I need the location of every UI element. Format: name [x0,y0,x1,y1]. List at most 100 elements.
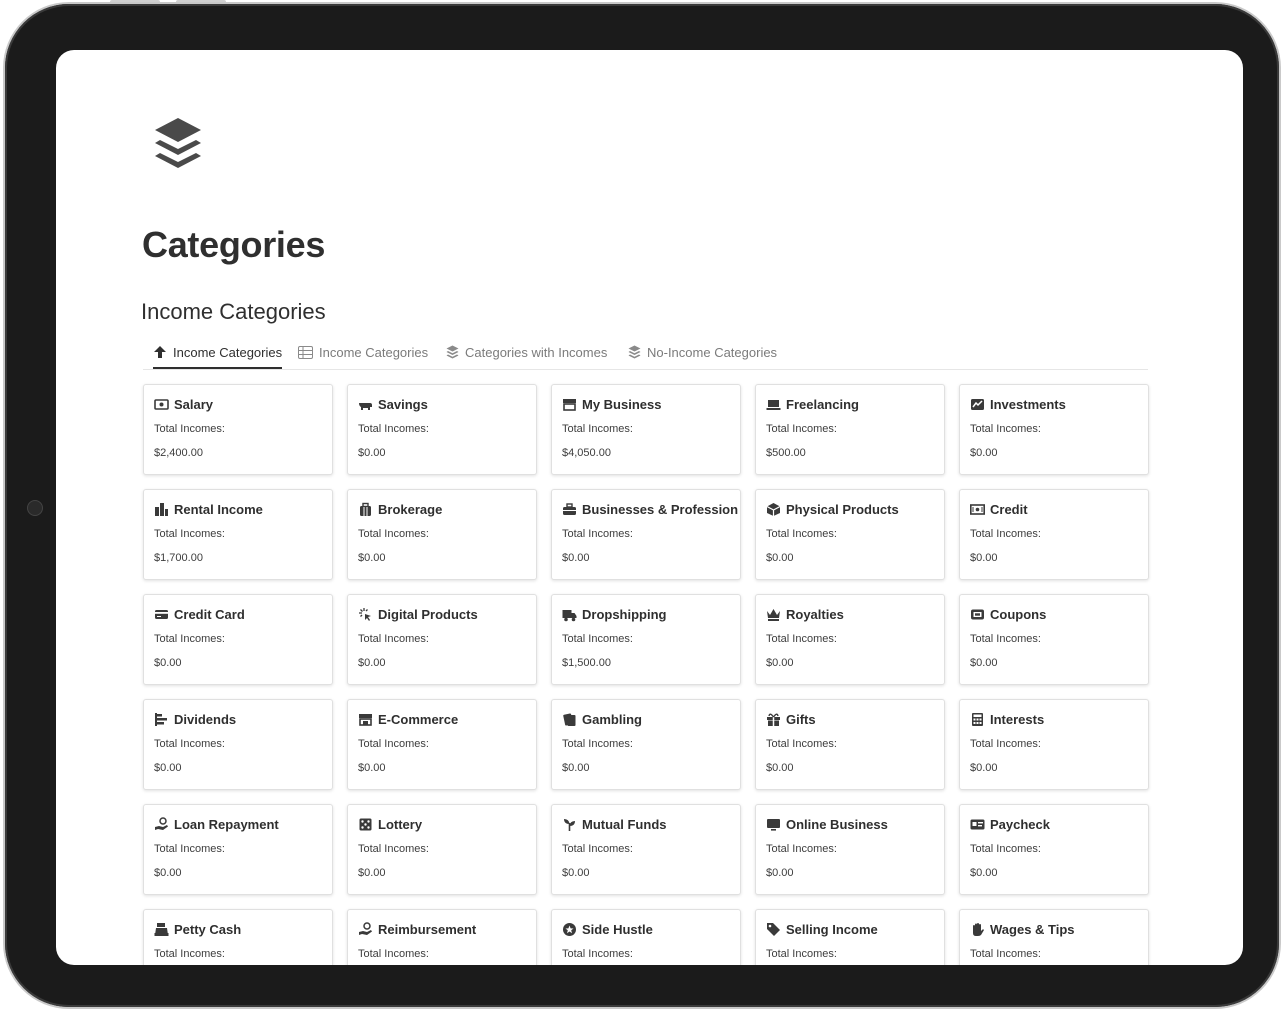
suitcase-icon [562,502,577,517]
box-icon [766,502,781,517]
category-card[interactable]: Royalties Total Incomes: $0.00 [755,594,945,685]
total-incomes-label: Total Incomes: [970,948,1041,960]
cash-register-icon [154,922,169,937]
total-incomes-label: Total Incomes: [970,738,1041,750]
category-card[interactable]: Investments Total Incomes: $0.00 [959,384,1149,475]
card-header: Savings [358,395,526,413]
category-card[interactable]: Brokerage Total Incomes: $0.00 [347,489,537,580]
category-card[interactable]: Credit Card Total Incomes: $0.00 [143,594,333,685]
total-incomes-label: Total Incomes: [766,843,837,855]
category-card[interactable]: Physical Products Total Incomes: $0.00 [755,489,945,580]
category-card[interactable]: Salary Total Incomes: $2,400.00 [143,384,333,475]
total-incomes-value: $0.00 [154,762,182,774]
total-incomes-value: $4,050.00 [562,447,611,459]
card-header: Gambling [562,710,730,728]
category-card[interactable]: My Business Total Incomes: $4,050.00 [551,384,741,475]
category-card[interactable]: Digital Products Total Incomes: $0.00 [347,594,537,685]
building-icon [154,502,169,517]
tab-label: Categories with Incomes [465,344,608,360]
card-header: Credit [970,500,1138,518]
card-header: Royalties [766,605,934,623]
tablet-frame: Categories Income Categories Income Cate… [5,4,1279,1007]
card-header: Digital Products [358,605,526,623]
view-tabs: Income Categories Income Categories Cate… [143,336,1148,370]
id-card-icon [970,817,985,832]
total-incomes-value: $1,500.00 [562,657,611,669]
cursor-click-icon [358,607,373,622]
card-header: Dividends [154,710,322,728]
category-card[interactable]: Freelancing Total Incomes: $500.00 [755,384,945,475]
category-name: Lottery [378,816,423,832]
layers-icon [628,345,647,359]
bars-horizontal-icon [154,712,169,727]
category-card[interactable]: Credit Total Incomes: $0.00 [959,489,1149,580]
tab-label: Income Categories [173,344,283,360]
category-name: Loan Repayment [174,816,279,832]
category-card[interactable]: Savings Total Incomes: $0.00 [347,384,537,475]
category-name: Wages & Tips [990,921,1075,937]
credit-card-icon [154,607,169,622]
tab-income-categories-gallery[interactable]: Income Categories [153,336,283,369]
category-card[interactable]: Coupons Total Incomes: $0.00 [959,594,1149,685]
total-incomes-label: Total Incomes: [970,423,1041,435]
category-card[interactable]: Paycheck Total Incomes: $0.00 [959,804,1149,895]
category-card[interactable]: E-Commerce Total Incomes: $0.00 [347,699,537,790]
card-header: Rental Income [154,500,322,518]
total-incomes-value: $0.00 [970,762,998,774]
category-card[interactable]: Petty CashTotal Incomes:$0.00 [143,909,333,965]
card-header: Gifts [766,710,934,728]
tab-categories-with-incomes[interactable]: Categories with Incomes [446,336,607,368]
tab-no-income-categories[interactable]: No-Income Categories [628,336,777,368]
total-incomes-label: Total Incomes: [562,948,633,960]
category-card[interactable]: Lottery Total Incomes: $0.00 [347,804,537,895]
stacked-layers-icon [152,116,204,178]
category-card[interactable]: Interests Total Incomes: $0.00 [959,699,1149,790]
total-incomes-label: Total Incomes: [358,843,429,855]
category-name: Interests [990,711,1045,727]
category-card[interactable]: Online Business Total Incomes: $0.00 [755,804,945,895]
category-card[interactable]: Rental Income Total Incomes: $1,700.00 [143,489,333,580]
store-icon [562,397,577,412]
category-name: E-Commerce [378,711,459,727]
card-header: Online Business [766,815,934,833]
total-incomes-value: $0.00 [562,552,590,564]
card-header: Lottery [358,815,526,833]
total-incomes-value: $0.00 [358,657,386,669]
total-incomes-value: $0.00 [358,762,386,774]
category-card[interactable]: Selling IncomeTotal Incomes:$0.00 [755,909,945,965]
category-card[interactable]: ReimbursementTotal Incomes:$0.00 [347,909,537,965]
total-incomes-value: $0.00 [766,762,794,774]
category-name: Physical Products [786,501,899,517]
page-title: Categories [142,224,326,265]
money-icon [154,397,169,412]
category-name: Royalties [786,606,844,622]
category-card[interactable]: Gambling Total Incomes: $0.00 [551,699,741,790]
category-card[interactable]: Dropshipping Total Incomes: $1,500.00 [551,594,741,685]
category-name: Salary [174,396,214,412]
card-header: E-Commerce [358,710,526,728]
category-card[interactable]: Businesses & Profession Total Incomes: $0.… [551,489,741,580]
tab-label: Income Categories [319,344,429,360]
total-incomes-value: $0.00 [766,552,794,564]
total-incomes-value: $0.00 [562,867,590,879]
category-gallery: Salary Total Incomes: $2,400.00 Savings Tota… [143,384,1149,965]
category-name: Brokerage [378,501,443,517]
category-card[interactable]: Side HustleTotal Incomes:$0.00 [551,909,741,965]
crown-icon [766,607,781,622]
total-incomes-label: Total Incomes: [766,423,837,435]
category-name: Mutual Funds [582,816,667,832]
card-header: Salary [154,395,322,413]
total-incomes-value: $500.00 [766,447,806,459]
category-card[interactable]: Loan Repayment Total Incomes: $0.00 [143,804,333,895]
category-card[interactable]: Wages & TipsTotal Incomes:$0.00 [959,909,1149,965]
total-incomes-value: $1,700.00 [154,552,203,564]
card-header: Freelancing [766,395,934,413]
tab-income-categories-table[interactable]: Income Categories [298,336,428,368]
category-card[interactable]: Gifts Total Incomes: $0.00 [755,699,945,790]
card-header: Loan Repayment [154,815,322,833]
category-card[interactable]: Mutual Funds Total Incomes: $0.00 [551,804,741,895]
category-name: Savings [378,396,428,412]
category-card[interactable]: Dividends Total Incomes: $0.00 [143,699,333,790]
total-incomes-value: $0.00 [358,867,386,879]
card-header: Interests [970,710,1138,728]
